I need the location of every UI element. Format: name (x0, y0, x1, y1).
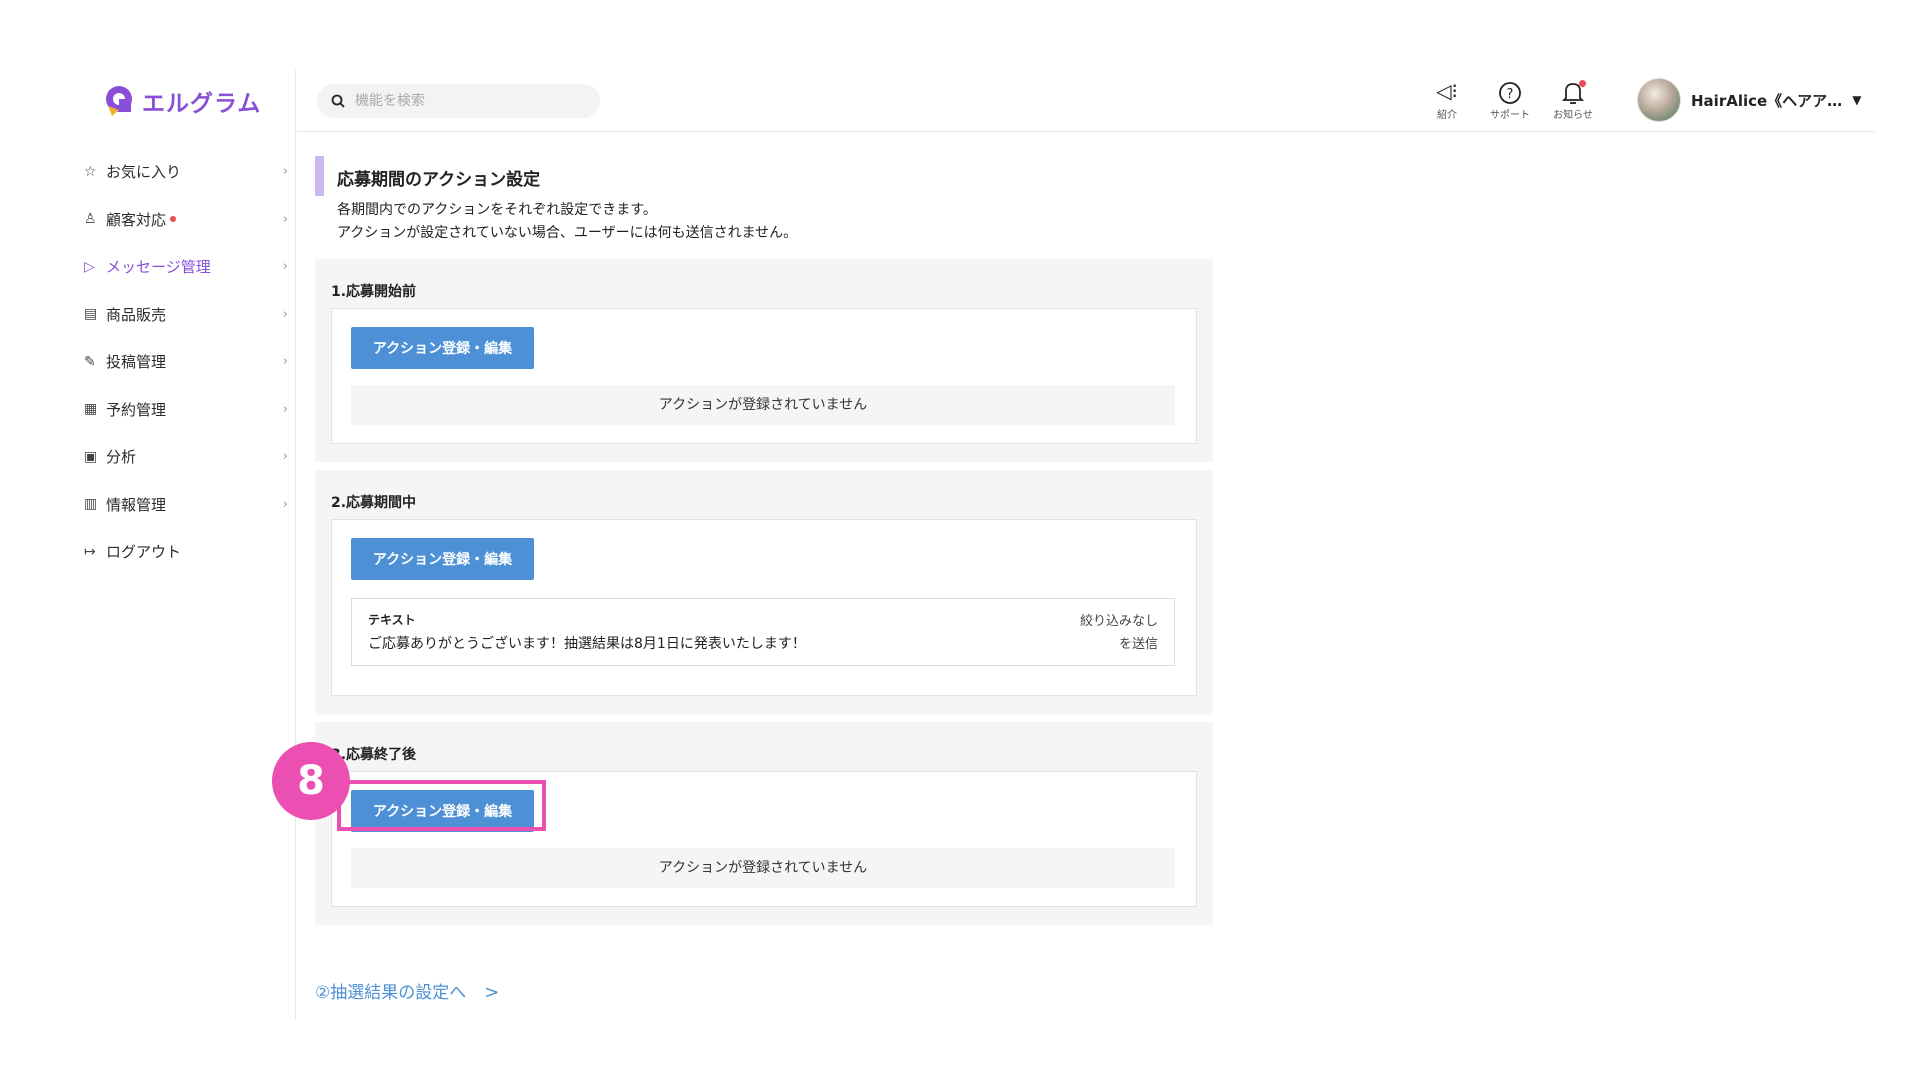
search-input[interactable] (355, 93, 575, 109)
chevron-right-icon: › (282, 354, 288, 370)
bell-icon (1550, 78, 1596, 104)
top-header: ◁⁝ 紹介 ? サポート お知らせ HairAlice《ヘアア… ▼ (297, 70, 1875, 132)
sidebar-item-label: 情報管理 (106, 495, 167, 514)
store-icon: ▤ (84, 306, 98, 323)
sidebar-nav: ☆ お気に入り › ♙ 顧客対応 › ▷ メッセージ管理 › ▤ 商品販売 › … (84, 148, 288, 576)
sidebar-item-posts[interactable]: ✎ 投稿管理 › (84, 338, 288, 386)
sidebar-item-label: 予約管理 (106, 400, 167, 419)
highlight-box (337, 780, 546, 831)
sidebar-item-label: メッセージ管理 (106, 258, 211, 277)
chevron-right-icon: › (282, 449, 288, 465)
brand-logo[interactable]: エルグラム (102, 84, 261, 118)
brand-name: エルグラム (142, 91, 262, 117)
user-menu[interactable]: HairAlice《ヘアア… ▼ (1637, 78, 1861, 122)
page-description: 各期間内でのアクションをそれぞれ設定できます。 アクションが設定されていない場合… (337, 199, 797, 245)
chevron-right-icon: › (282, 401, 288, 417)
sidebar-item-customer[interactable]: ♙ 顧客対応 › (84, 196, 288, 244)
sidebar-item-analysis[interactable]: ▣ 分析 › (84, 433, 288, 481)
description-line-1: 各期間内でのアクションをそれぞれ設定できます。 (337, 202, 657, 218)
message-filter: 絞り込みなし (1079, 614, 1158, 629)
svg-text:?: ? (1507, 87, 1514, 102)
message-body: ご応募ありがとうございます！抽選結果は8月1日に発表いたします！ (368, 636, 806, 652)
support-label: サポート (1490, 110, 1530, 121)
next-step-link[interactable]: ②抽選結果の設定へ > (315, 978, 499, 1003)
caret-down-icon: ▼ (1852, 93, 1862, 107)
help-icon: ? (1487, 78, 1533, 104)
support-button[interactable]: ? サポート (1487, 78, 1533, 121)
empty-state: アクションが登録されていません (351, 848, 1175, 888)
message-action: を送信 (1118, 637, 1158, 652)
chevron-right-icon: › (282, 496, 288, 512)
section-label: 1.応募開始前 (331, 284, 417, 300)
sidebar-item-favorites[interactable]: ☆ お気に入り › (84, 148, 288, 196)
star-icon: ☆ (84, 163, 97, 180)
chevron-right-icon: › (282, 211, 288, 227)
chevron-right-icon: › (282, 306, 288, 322)
chart-icon: ▥ (84, 496, 98, 513)
message-type: テキスト (368, 613, 416, 627)
section-card: アクション登録・編集 テキスト ご応募ありがとうございます！抽選結果は8月1日に… (331, 519, 1197, 696)
sidebar-item-reservations[interactable]: ▦ 予約管理 › (84, 386, 288, 434)
section-before-period: 1.応募開始前 アクション登録・編集 アクションが登録されていません (315, 259, 1213, 462)
search-bar[interactable] (317, 84, 600, 118)
sidebar-item-info[interactable]: ▥ 情報管理 › (84, 481, 288, 529)
empty-state: アクションが登録されていません (351, 385, 1175, 425)
user-name: HairAlice《ヘアア… (1691, 91, 1843, 110)
logout-icon: ↦ (84, 543, 96, 560)
chevron-right-icon: › (282, 259, 288, 275)
sidebar-item-label: お気に入り (106, 163, 182, 182)
section-card: アクション登録・編集 アクションが登録されていません (331, 308, 1197, 444)
calendar-icon: ▦ (84, 401, 98, 418)
report-icon: ▣ (84, 448, 98, 465)
avatar (1637, 78, 1681, 122)
sidebar: エルグラム ☆ お気に入り › ♙ 顧客対応 › ▷ メッセージ管理 › ▤ 商… (0, 70, 296, 1020)
next-step-label: ②抽選結果の設定へ (315, 983, 467, 1003)
search-icon (331, 94, 345, 108)
section-label: 2.応募期間中 (331, 495, 417, 511)
sidebar-item-messages[interactable]: ▷ メッセージ管理 › (84, 243, 288, 291)
action-edit-button[interactable]: アクション登録・編集 (351, 538, 534, 580)
sidebar-item-label: 分析 (106, 448, 137, 467)
user-icon: ♙ (84, 211, 97, 228)
brand-logo-icon (106, 86, 132, 116)
notifications-label: お知らせ (1553, 110, 1593, 121)
action-edit-button[interactable]: アクション登録・編集 (351, 327, 534, 369)
page-title: 応募期間のアクション設定 (337, 170, 541, 190)
chevron-right-icon: › (282, 164, 288, 180)
step-badge: 8 (272, 742, 350, 820)
description-line-2: アクションが設定されていない場合、ユーザーには何も送信されません。 (337, 225, 798, 241)
intro-label: 紹介 (1437, 110, 1457, 121)
notification-dot (170, 216, 177, 223)
sidebar-item-sales[interactable]: ▤ 商品販売 › (84, 291, 288, 339)
chevron-right-icon: > (484, 982, 500, 1003)
title-accent-bar (315, 156, 324, 196)
sidebar-item-label: 商品販売 (106, 305, 167, 324)
megaphone-icon: ◁⁝ (1436, 79, 1458, 103)
edit-icon: ✎ (84, 353, 96, 370)
notifications-button[interactable]: お知らせ (1550, 78, 1596, 121)
intro-button[interactable]: ◁⁝ 紹介 (1424, 78, 1470, 121)
section-during-period: 2.応募期間中 アクション登録・編集 テキスト ご応募ありがとうございます！抽選… (315, 470, 1213, 715)
action-message-item[interactable]: テキスト ご応募ありがとうございます！抽選結果は8月1日に発表いたします！ 絞り… (351, 598, 1175, 666)
message-meta: 絞り込みなし を送信 (1080, 610, 1158, 656)
sidebar-item-label: 顧客対応 (106, 210, 167, 229)
send-icon: ▷ (84, 258, 95, 275)
sidebar-item-label: 投稿管理 (106, 353, 167, 372)
sidebar-item-logout[interactable]: ↦ ログアウト (84, 528, 288, 576)
notification-dot (1579, 80, 1586, 87)
sidebar-item-label: ログアウト (106, 543, 182, 562)
